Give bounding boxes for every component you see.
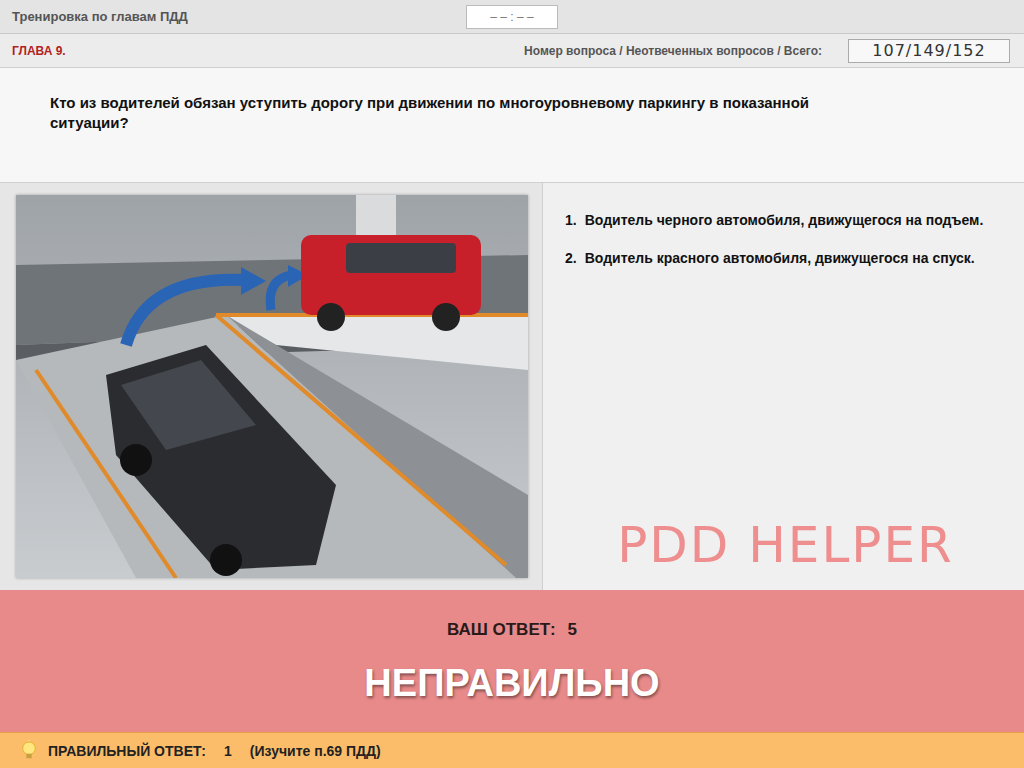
rule-hint: (Изучите п.69 ПДД): [250, 743, 381, 759]
content-area: 1.Водитель черного автомобиля, движущего…: [0, 183, 1024, 590]
answer-option[interactable]: 2.Водитель красного автомобиля, движущег…: [565, 249, 1006, 269]
answers-panel: 1.Водитель черного автомобиля, движущего…: [543, 183, 1024, 590]
picture-panel: [0, 183, 543, 590]
question-area: Кто из водителей обязан уступить дорогу …: [0, 68, 1024, 183]
question-counter: 107/149/152: [848, 39, 1010, 63]
bulb-icon: [20, 740, 38, 762]
info-bar: ГЛАВА 9. Номер вопроса / Неотвеченных воп…: [0, 34, 1024, 68]
verdict: НЕПРАВИЛЬНО: [364, 662, 659, 705]
situation-picture: [16, 195, 528, 578]
red-car: [301, 235, 481, 331]
correct-answer-bar: ПРАВИЛЬНЫЙ ОТВЕТ: 1 (Изучите п.69 ПДД): [0, 732, 1024, 768]
question-text: Кто из водителей обязан уступить дорогу …: [50, 93, 810, 134]
watermark: PDD HELPER: [617, 516, 954, 580]
test-screen: Тренировка по главам ПДД– – : – –ГЛАВА 9…: [0, 0, 1024, 768]
mode-title: Тренировка по главам ПДД: [12, 9, 466, 24]
chapter-label: ГЛАВА 9.: [12, 44, 66, 58]
counter-label: Номер вопроса / Неотвеченных вопросов / …: [524, 44, 822, 58]
answer-option[interactable]: 1.Водитель черного автомобиля, движущего…: [565, 211, 1006, 231]
title-bar: Тренировка по главам ПДД– – : – –: [0, 0, 1024, 34]
correct-value: 1: [224, 743, 232, 759]
result-panel: ВАШ ОТВЕТ:5 НЕПРАВИЛЬНО: [0, 590, 1024, 732]
your-answer: ВАШ ОТВЕТ:5: [447, 620, 577, 640]
black-car: [106, 345, 336, 576]
correct-label: ПРАВИЛЬНЫЙ ОТВЕТ:: [48, 743, 206, 759]
timer: – – : – –: [466, 5, 558, 29]
